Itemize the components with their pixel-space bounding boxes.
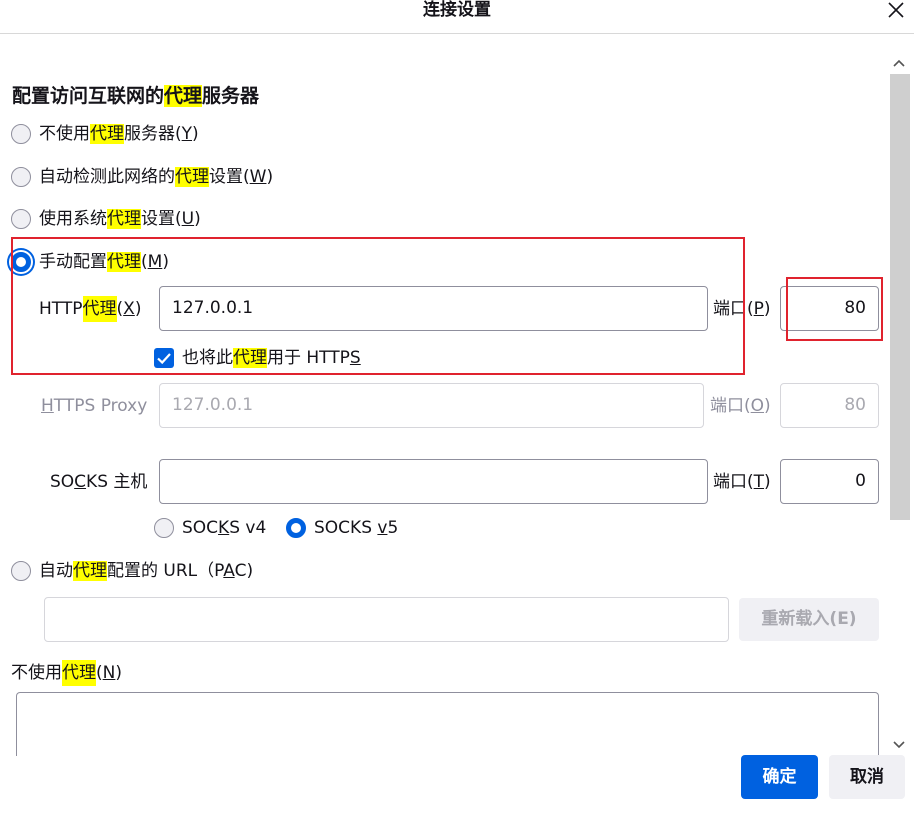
socks-port-label: 端口(T) xyxy=(713,472,771,492)
radio-no-proxy[interactable]: 不使用代理服务器(Y) xyxy=(11,121,199,147)
https-port-label: 端口(O) xyxy=(710,396,771,416)
radio-circle[interactable] xyxy=(11,209,31,229)
https-proxy-input[interactable]: 127.0.0.1 xyxy=(159,383,704,428)
radio-circle[interactable] xyxy=(11,124,31,144)
radio-system-proxy[interactable]: 使用系统代理设置(U) xyxy=(11,206,201,232)
close-icon[interactable] xyxy=(884,0,908,22)
radio-pac-url-label: 自动代理配置的 URL（PAC) xyxy=(39,561,254,581)
radio-circle[interactable] xyxy=(11,167,31,187)
radio-no-proxy-label: 不使用代理服务器(Y) xyxy=(39,124,199,144)
section-heading: 配置访问互联网的代理服务器 xyxy=(12,85,260,107)
dialog-title: 连接设置 xyxy=(423,0,491,20)
pac-url-input[interactable] xyxy=(44,597,729,642)
no-proxy-for-textarea[interactable] xyxy=(16,692,879,762)
scroll-down-icon[interactable] xyxy=(891,738,907,752)
radio-auto-detect[interactable]: 自动检测此网络的代理设置(W) xyxy=(11,164,273,190)
https-port-input[interactable]: 80 xyxy=(780,383,879,428)
socks-host-label: SO C KS 主机 xyxy=(50,472,148,492)
https-proxy-label: H TTPS Proxy xyxy=(41,396,148,416)
ok-button[interactable]: 确定 xyxy=(741,755,818,799)
no-proxy-for-label: 不使用 代理(N) xyxy=(11,660,122,686)
radio-auto-detect-label: 自动检测此网络的代理设置(W) xyxy=(39,167,274,187)
radio-circle-selected[interactable] xyxy=(286,518,306,538)
annotation-box-manual-proxy xyxy=(11,237,745,375)
scroll-up-icon[interactable] xyxy=(891,56,907,70)
radio-socks-v5[interactable]: SOCKS v5 xyxy=(286,515,398,541)
radio-socks-v5-label: SOCKS v5 xyxy=(314,518,399,538)
radio-socks-v4[interactable]: SOCKS v4 xyxy=(154,515,266,541)
radio-circle[interactable] xyxy=(11,561,31,581)
radio-circle[interactable] xyxy=(154,518,174,538)
scrollbar-thumb[interactable] xyxy=(890,74,910,520)
reload-button[interactable]: 重新载入(E) xyxy=(739,598,879,641)
radio-socks-v4-label: SOCKS v4 xyxy=(182,518,267,538)
annotation-box-port xyxy=(786,277,883,341)
dialog-titlebar: 连接设置 xyxy=(0,0,914,34)
radio-pac-url[interactable]: 自动代理配置的 URL（PAC) xyxy=(11,558,253,584)
cancel-button[interactable]: 取消 xyxy=(829,755,905,799)
socks-port-input[interactable]: 0 xyxy=(780,459,879,504)
socks-host-input[interactable] xyxy=(159,459,708,504)
radio-system-proxy-label: 使用系统代理设置(U) xyxy=(39,209,201,229)
